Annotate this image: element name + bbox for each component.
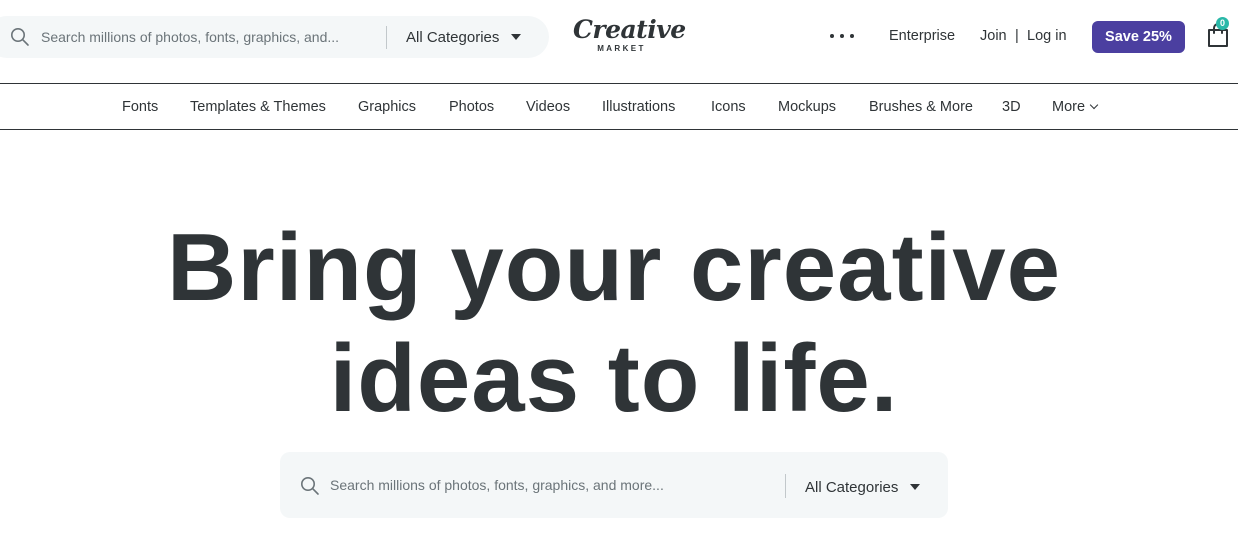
creative-market-logo[interactable]: Creative MARKET	[573, 15, 686, 56]
hero-title-line-1: Bring your creative	[167, 214, 1061, 321]
ellipsis-icon[interactable]	[830, 26, 854, 46]
logo-wordmark: Creative	[573, 15, 686, 44]
hero-search-bar[interactable]: All Categories	[280, 452, 948, 518]
nav-item-videos[interactable]: Videos	[526, 99, 570, 115]
nav-item-illustrations[interactable]: Illustrations	[602, 99, 675, 115]
dot	[850, 34, 854, 38]
nav-item-graphics[interactable]: Graphics	[358, 99, 416, 115]
category-select-label: All Categories	[406, 28, 500, 46]
chevron-down-icon	[1089, 100, 1099, 110]
header-search-input[interactable]	[41, 24, 361, 50]
nav-item-mockups[interactable]: Mockups	[778, 99, 836, 115]
link-separator: |	[1015, 28, 1019, 44]
nav-item-brushes-more[interactable]: Brushes & More	[869, 99, 973, 115]
hero-search-input[interactable]	[330, 472, 770, 498]
nav-item-3d[interactable]: 3D	[1002, 99, 1021, 115]
search-icon[interactable]	[300, 476, 320, 496]
nav-item-icons[interactable]: Icons	[711, 99, 746, 115]
enterprise-link[interactable]: Enterprise	[889, 28, 955, 44]
hero-title-line-2: ideas to life.	[329, 325, 899, 432]
search-divider	[785, 474, 786, 498]
category-nav: Fonts Templates & Themes Graphics Photos…	[0, 84, 1238, 130]
nav-item-photos[interactable]: Photos	[449, 99, 494, 115]
header-search-bar[interactable]: All Categories	[0, 16, 549, 58]
search-icon[interactable]	[10, 27, 30, 47]
nav-item-more[interactable]: More	[1052, 99, 1099, 115]
dot	[830, 34, 834, 38]
caret-down-icon	[910, 484, 921, 490]
category-select-label: All Categories	[805, 478, 899, 496]
site-header: All Categories Creative MARKET Enterpris…	[0, 0, 1238, 84]
header-category-select[interactable]: All Categories	[406, 26, 522, 48]
hero-title: Bring your creative ideas to life.	[0, 212, 1228, 434]
save-25-button[interactable]: Save 25%	[1092, 21, 1185, 53]
hero-category-select[interactable]: All Categories	[805, 476, 921, 498]
nav-item-templates-themes[interactable]: Templates & Themes	[190, 99, 326, 115]
join-link[interactable]: Join	[980, 28, 1007, 44]
cart-count-badge: 0	[1216, 17, 1229, 30]
login-link[interactable]: Log in	[1027, 28, 1067, 44]
dot	[840, 34, 844, 38]
search-divider	[386, 26, 387, 49]
nav-item-fonts[interactable]: Fonts	[122, 99, 158, 115]
logo-subtext: MARKET	[597, 44, 646, 53]
caret-down-icon	[511, 34, 522, 40]
nav-more-label: More	[1052, 99, 1086, 115]
